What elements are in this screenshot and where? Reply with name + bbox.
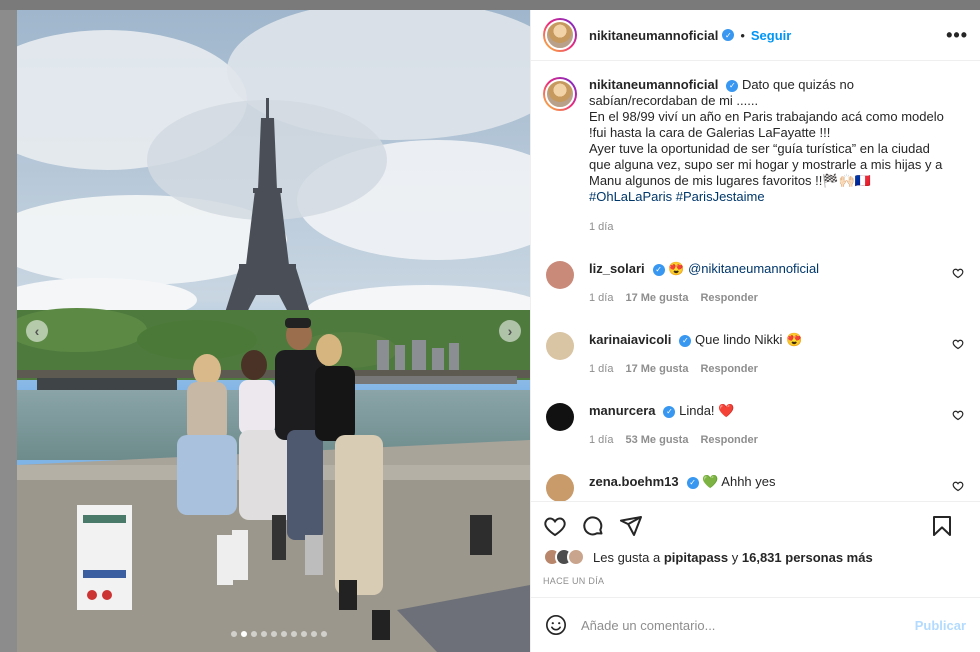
- caption: nikitaneumannoficial ✓ Dato que quizás no…: [543, 77, 964, 235]
- comment-avatar[interactable]: [546, 261, 574, 289]
- emoji-icon[interactable]: [545, 614, 567, 636]
- post-side-panel: nikitaneumannoficial ✓ • Seguir ••• niki…: [530, 10, 980, 652]
- comment-body: liz_solari ✓ 😍 @nikitaneumannoficial 1 dí…: [589, 261, 819, 306]
- comment-text: Que lindo Nikki 😍: [695, 332, 803, 347]
- carousel-next-button[interactable]: ›: [499, 320, 521, 342]
- carousel-dots: [231, 631, 327, 637]
- likes-count[interactable]: 16,831 personas más: [742, 550, 873, 565]
- comment-time: 1 día: [589, 434, 614, 446]
- caption-body: nikitaneumannoficial ✓ Dato que quizás no…: [589, 77, 949, 235]
- comment-body: manurcera ✓ Linda! ❤️ 1 día 53 Me gusta R…: [589, 403, 758, 448]
- comment-text[interactable]: @nikitaneumannoficial: [688, 261, 819, 276]
- likes-prefix: Les gusta a: [593, 549, 661, 565]
- likes-summary: Les gusta a pipitapass y 16,831 personas…: [543, 548, 968, 566]
- comment-time: 1 día: [589, 292, 614, 304]
- carousel-dot: [241, 631, 247, 637]
- post-media[interactable]: ‹ ›: [17, 10, 530, 652]
- post-actions: Les gusta a pipitapass y 16,831 personas…: [531, 501, 980, 597]
- author-username[interactable]: nikitaneumannoficial: [589, 28, 718, 43]
- comment-likes[interactable]: 17 Me gusta: [625, 361, 688, 377]
- caption-hashtags[interactable]: #OhLaLaParis #ParisJestaime: [589, 189, 765, 204]
- carousel-dot: [231, 631, 237, 637]
- likers-avatars: [543, 548, 585, 566]
- comment-icon[interactable]: [581, 514, 605, 538]
- comment-avatar[interactable]: [546, 403, 574, 431]
- comment-time: 1 día: [589, 363, 614, 375]
- author-avatar[interactable]: [543, 18, 577, 52]
- comment-body: zena.boehm13✓ 💚 Ahhh yes 1 día 276 Me gu…: [589, 474, 776, 501]
- comments-scroll-area[interactable]: nikitaneumannoficial ✓ Dato que quizás no…: [531, 61, 980, 501]
- header-separator: •: [740, 27, 745, 43]
- comment-username[interactable]: manurcera: [589, 403, 655, 418]
- heart-icon[interactable]: [952, 409, 964, 421]
- carousel-dot: [291, 631, 297, 637]
- comment-text: Linda! ❤️: [679, 403, 735, 418]
- comment-list: liz_solari ✓ 😍 @nikitaneumannoficial 1 dí…: [543, 261, 964, 501]
- caption-avatar[interactable]: [543, 77, 577, 111]
- reply-button[interactable]: Responder: [700, 432, 757, 448]
- browser-backdrop: [0, 0, 980, 10]
- heart-icon[interactable]: [952, 480, 964, 492]
- more-options-button[interactable]: •••: [946, 25, 968, 46]
- bookmark-icon[interactable]: [930, 514, 954, 538]
- comment-body: karinaiavicoli ✓ Que lindo Nikki 😍 1 día …: [589, 332, 802, 377]
- caption-text: Dato que quizás no sabían/recordaban de …: [589, 77, 944, 188]
- publish-button[interactable]: Publicar: [915, 618, 966, 633]
- comment-meta: 1 día 17 Me gusta Responder: [589, 290, 819, 306]
- comment-item: karinaiavicoli ✓ Que lindo Nikki 😍 1 día …: [543, 332, 964, 377]
- comment-item: liz_solari ✓ 😍 @nikitaneumannoficial 1 dí…: [543, 261, 964, 306]
- comment-meta: 1 día 17 Me gusta Responder: [589, 361, 802, 377]
- caption-time: 1 día: [589, 221, 614, 233]
- verified-icon: ✓: [722, 29, 735, 41]
- comment-text: 💚 Ahhh yes: [702, 474, 776, 489]
- reply-button[interactable]: Responder: [700, 361, 757, 377]
- verified-icon: ✓: [652, 263, 665, 276]
- comment-likes[interactable]: 17 Me gusta: [625, 290, 688, 306]
- comment-avatar[interactable]: [546, 332, 574, 360]
- carousel-dot: [301, 631, 307, 637]
- heart-icon[interactable]: [952, 267, 964, 279]
- comment-input[interactable]: [581, 617, 915, 633]
- share-icon[interactable]: [619, 514, 643, 538]
- add-comment-bar: Publicar: [531, 597, 980, 652]
- verified-icon: ✓: [686, 476, 699, 489]
- like-icon[interactable]: [543, 514, 567, 538]
- comment-avatar[interactable]: [546, 474, 574, 501]
- verified-icon: ✓: [726, 79, 739, 92]
- verified-icon: ✓: [663, 405, 676, 418]
- comment-username[interactable]: liz_solari: [589, 261, 645, 276]
- reply-button[interactable]: Responder: [700, 290, 757, 306]
- comment-item: manurcera ✓ Linda! ❤️ 1 día 53 Me gusta R…: [543, 403, 964, 448]
- carousel-prev-button[interactable]: ‹: [26, 320, 48, 342]
- comment-likes[interactable]: 53 Me gusta: [625, 432, 688, 448]
- carousel-dot: [311, 631, 317, 637]
- comment-meta: 1 día 53 Me gusta Responder: [589, 432, 758, 448]
- heart-icon[interactable]: [952, 338, 964, 350]
- carousel-dot: [251, 631, 257, 637]
- post-header: nikitaneumannoficial ✓ • Seguir •••: [531, 10, 980, 61]
- comment-emoji: 😍: [668, 261, 685, 276]
- post-modal: ‹ › nikitaneumannoficial ✓ • Seguir ••• …: [17, 10, 980, 652]
- verified-icon: ✓: [679, 334, 692, 347]
- follow-button[interactable]: Seguir: [751, 28, 791, 43]
- comment-item: zena.boehm13✓ 💚 Ahhh yes 1 día 276 Me gu…: [543, 474, 964, 501]
- comment-username[interactable]: zena.boehm13: [589, 474, 679, 489]
- posted-time: HACE UN DÍA: [543, 576, 605, 586]
- carousel-dot: [321, 631, 327, 637]
- likes-middle: y: [728, 549, 742, 565]
- post-photo: [17, 10, 530, 652]
- carousel-dot: [271, 631, 277, 637]
- comment-username[interactable]: karinaiavicoli: [589, 332, 671, 347]
- carousel-dot: [281, 631, 287, 637]
- caption-username[interactable]: nikitaneumannoficial: [589, 77, 718, 92]
- carousel-dot: [261, 631, 267, 637]
- likes-user[interactable]: pipitapass: [664, 550, 728, 565]
